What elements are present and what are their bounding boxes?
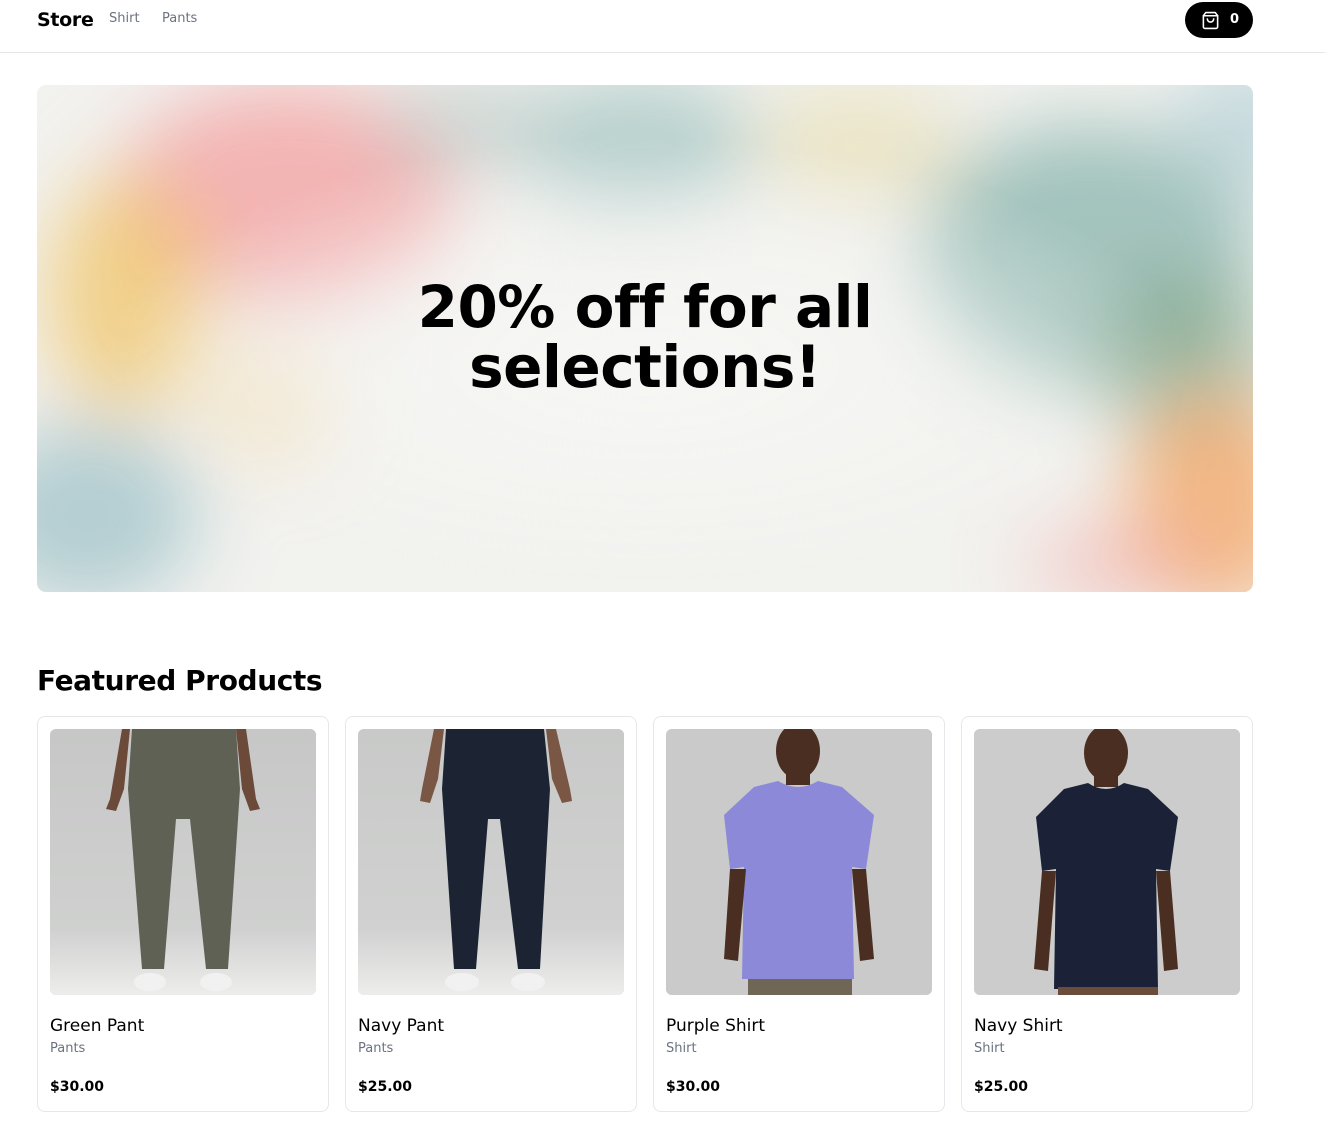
cart-count: 0 [1230, 12, 1240, 27]
shopping-bag-icon [1202, 11, 1219, 29]
promo-headline-line1: 20% off for all [417, 273, 873, 341]
product-card-navy-shirt[interactable]: Navy Shirt Shirt $25.00 [961, 716, 1253, 1112]
nav-link-pants[interactable]: Pants [162, 10, 197, 28]
featured-products-heading: Featured Products [37, 664, 323, 697]
product-card-purple-shirt[interactable]: Purple Shirt Shirt $30.00 [653, 716, 945, 1112]
product-image[interactable] [666, 729, 932, 995]
product-card-navy-pant[interactable]: Navy Pant Pants $25.00 [345, 716, 637, 1112]
product-price: $25.00 [358, 1079, 413, 1095]
promo-banner: 20% off for all selections! [37, 85, 1253, 592]
product-image[interactable] [358, 729, 624, 995]
product-price: $25.00 [974, 1079, 1029, 1095]
nav-link-shirt[interactable]: Shirt [109, 10, 140, 28]
product-name[interactable]: Navy Shirt [974, 1015, 1063, 1037]
product-category: Shirt [666, 1041, 697, 1056]
product-price: $30.00 [50, 1079, 105, 1095]
promo-headline-line2: selections! [469, 333, 821, 401]
site-header: Store Shirt Pants 0 [0, 0, 1325, 53]
store-logo[interactable]: Store [37, 8, 94, 32]
product-price: $30.00 [666, 1079, 721, 1095]
product-image[interactable] [50, 729, 316, 995]
cart-button[interactable]: 0 [1185, 2, 1253, 38]
product-card-green-pant[interactable]: Green Pant Pants $30.00 [37, 716, 329, 1112]
product-category: Pants [358, 1041, 394, 1056]
product-category: Pants [50, 1041, 86, 1056]
product-name[interactable]: Green Pant [50, 1015, 144, 1037]
promo-headline: 20% off for all selections! [37, 277, 1253, 397]
product-category: Shirt [974, 1041, 1005, 1056]
product-name[interactable]: Navy Pant [358, 1015, 444, 1037]
product-image[interactable] [974, 729, 1240, 995]
product-name[interactable]: Purple Shirt [666, 1015, 765, 1037]
